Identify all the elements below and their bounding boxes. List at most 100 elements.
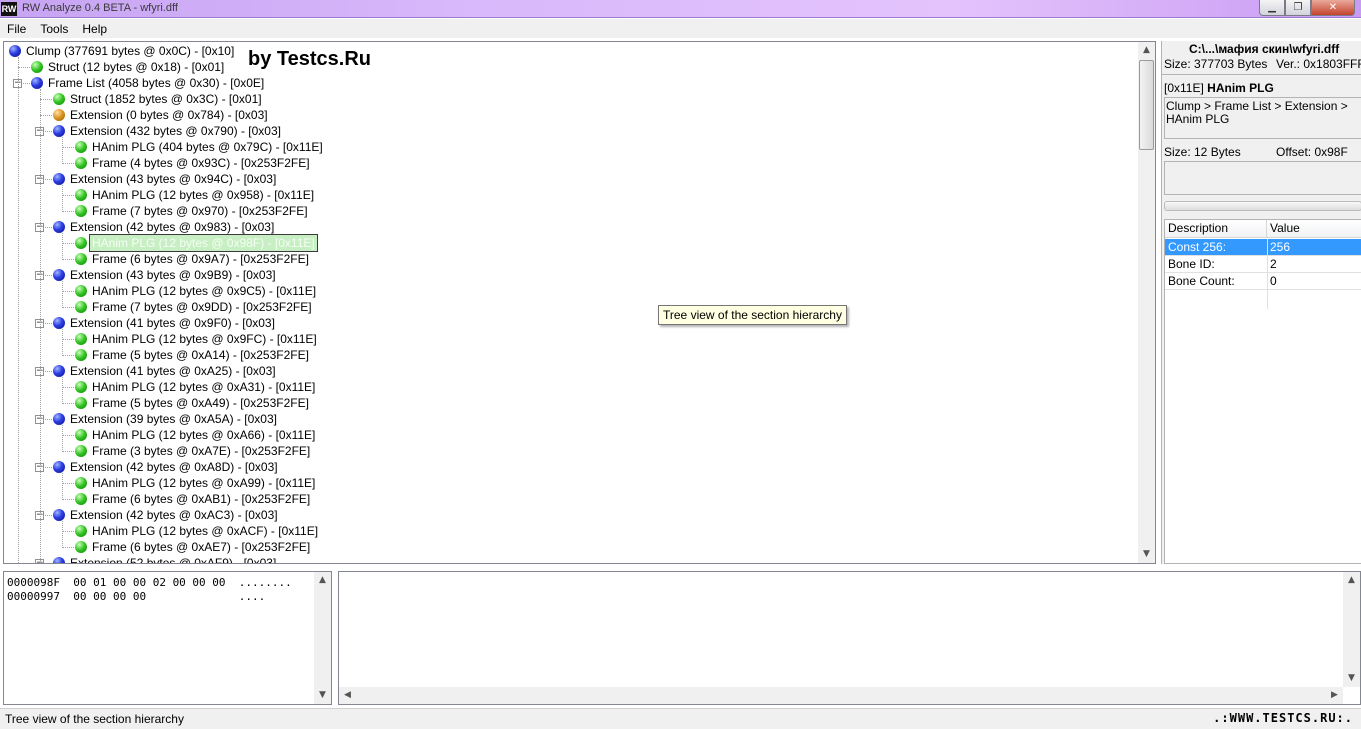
minimize-button[interactable]: ▁: [1259, 0, 1285, 16]
tree-node-label[interactable]: Extension (432 bytes @ 0x790) - [0x03]: [68, 123, 283, 139]
section-tree-view[interactable]: Clump (377691 bytes @ 0x0C) - [0x10] Stru…: [3, 41, 1156, 564]
tooltip: Tree view of the section hierarchy: [658, 305, 847, 325]
dump-horizontal-scrollbar[interactable]: ◀ ▶: [339, 687, 1343, 704]
tree-node-label[interactable]: Frame (5 bytes @ 0xA49) - [0x253F2FE]: [90, 395, 311, 411]
property-value: 2: [1270, 257, 1277, 271]
node-blue-bullet-icon: [31, 77, 43, 89]
table-row[interactable]: Const 256: 256: [1165, 239, 1361, 256]
tree-node-label[interactable]: Extension (42 bytes @ 0x983) - [0x03]: [68, 219, 276, 235]
tree-node-label[interactable]: HAnim PLG (12 bytes @ 0x98F) - [0x11E]: [89, 234, 318, 252]
scroll-up-arrow-icon[interactable]: ▲: [314, 572, 331, 589]
file-path: C:\...\мафия скин\wfyri.dff: [1189, 42, 1340, 56]
hex-vertical-scrollbar[interactable]: ▲ ▼: [314, 572, 331, 704]
tree-node-label[interactable]: Clump (377691 bytes @ 0x0C) - [0x10]: [24, 43, 236, 59]
tree-node-label[interactable]: Frame (7 bytes @ 0x970) - [0x253F2FE]: [90, 203, 310, 219]
scroll-down-arrow-icon[interactable]: ▼: [314, 687, 331, 704]
hex-view[interactable]: 0000098F 00 01 00 00 02 00 00 00 .......…: [3, 571, 332, 705]
tree-node-label[interactable]: Frame (6 bytes @ 0xAE7) - [0x253F2FE]: [90, 539, 312, 555]
scroll-up-arrow-icon[interactable]: ▲: [1343, 572, 1360, 589]
tree-node-label[interactable]: Extension (52 bytes @ 0xAF9) - [0x03]: [68, 555, 278, 563]
tree-node-label[interactable]: Extension (43 bytes @ 0x94C) - [0x03]: [68, 171, 278, 187]
tree-node-label[interactable]: Extension (42 bytes @ 0xA8D) - [0x03]: [68, 459, 280, 475]
tree-node-label[interactable]: Extension (39 bytes @ 0xA5A) - [0x03]: [68, 411, 279, 427]
node-blue-bullet-icon: [53, 557, 65, 563]
node-blue-bullet-icon: [53, 269, 65, 281]
column-divider: [1267, 239, 1268, 309]
tree-connector: [62, 355, 74, 356]
tree-connector: [62, 281, 63, 308]
tree-connector: [62, 243, 74, 244]
tree-vertical-scrollbar[interactable]: ▲ ▼: [1138, 42, 1155, 563]
scroll-down-arrow-icon[interactable]: ▼: [1343, 670, 1360, 687]
tree-node-label[interactable]: Frame (6 bytes @ 0xAB1) - [0x253F2FE]: [90, 491, 312, 507]
tree-node-label[interactable]: HAnim PLG (12 bytes @ 0x958) - [0x11E]: [90, 187, 316, 203]
tree-node-label[interactable]: Struct (12 bytes @ 0x18) - [0x01]: [46, 59, 226, 75]
tree-connector: [62, 377, 63, 404]
status-bar: Tree view of the section hierarchy .:WWW…: [0, 708, 1361, 729]
node-green-bullet-icon: [75, 189, 87, 201]
tree-connector: [62, 211, 74, 212]
node-green-bullet-icon: [75, 285, 87, 297]
property-description: Bone ID:: [1168, 257, 1215, 271]
node-blue-bullet-icon: [53, 173, 65, 185]
tree-node-label[interactable]: Frame (7 bytes @ 0x9DD) - [0x253F2FE]: [90, 299, 314, 315]
properties-header: Description Value: [1165, 220, 1361, 238]
column-header-description[interactable]: Description: [1165, 220, 1267, 237]
tree-scroll-thumb[interactable]: [1139, 60, 1154, 150]
tree-node-label[interactable]: HAnim PLG (12 bytes @ 0xA66) - [0x11E]: [90, 427, 317, 443]
tree-connector: [62, 403, 74, 404]
maximize-button[interactable]: ❐: [1285, 0, 1311, 16]
menu-help[interactable]: Help: [75, 19, 114, 38]
tree-node-label[interactable]: Extension (42 bytes @ 0xAC3) - [0x03]: [68, 507, 280, 523]
node-green-bullet-icon: [75, 493, 87, 505]
tree-node-label[interactable]: Extension (0 bytes @ 0x784) - [0x03]: [68, 107, 270, 123]
tree-connector: [62, 291, 74, 292]
tree-node-label[interactable]: HAnim PLG (12 bytes @ 0xACF) - [0x11E]: [90, 523, 320, 539]
tree-connector: [62, 531, 74, 532]
tree-connector: [62, 473, 63, 500]
tree-node-label[interactable]: Frame (5 bytes @ 0xA14) - [0x253F2FE]: [90, 347, 311, 363]
section-id: [0x11E]: [1164, 81, 1204, 95]
tree-node-label[interactable]: HAnim PLG (404 bytes @ 0x79C) - [0x11E]: [90, 139, 325, 155]
scroll-left-arrow-icon[interactable]: ◀: [339, 687, 356, 704]
table-row[interactable]: Bone ID: 2: [1165, 256, 1361, 273]
tree-node-label[interactable]: HAnim PLG (12 bytes @ 0xA31) - [0x11E]: [90, 379, 317, 395]
node-green-bullet-icon: [75, 541, 87, 553]
scroll-right-arrow-icon[interactable]: ▶: [1326, 687, 1343, 704]
scroll-up-arrow-icon[interactable]: ▲: [1138, 42, 1155, 59]
tree-connector: [18, 57, 19, 563]
tree-connector: [18, 67, 30, 68]
tree-node-label[interactable]: Frame List (4058 bytes @ 0x30) - [0x0E]: [46, 75, 266, 91]
tree-connector: [62, 425, 63, 452]
tree-node-label[interactable]: Extension (41 bytes @ 0x9F0) - [0x03]: [68, 315, 277, 331]
file-version: Ver.: 0x1803FFFF: [1276, 57, 1361, 71]
tree-node-label[interactable]: Extension (43 bytes @ 0x9B9) - [0x03]: [68, 267, 278, 283]
scroll-down-arrow-icon[interactable]: ▼: [1138, 546, 1155, 563]
dump-vertical-scrollbar[interactable]: ▲ ▼: [1343, 572, 1360, 687]
column-header-value[interactable]: Value: [1267, 220, 1361, 237]
menu-tools[interactable]: Tools: [33, 19, 75, 38]
node-blue-bullet-icon: [53, 413, 65, 425]
tree-connector: [62, 259, 74, 260]
tree-node-label[interactable]: Frame (6 bytes @ 0x9A7) - [0x253F2FE]: [90, 251, 311, 267]
tree-node-label[interactable]: Extension (41 bytes @ 0xA25) - [0x03]: [68, 363, 278, 379]
table-row[interactable]: Bone Count: 0: [1165, 273, 1361, 290]
tree-node-label[interactable]: HAnim PLG (12 bytes @ 0x9FC) - [0x11E]: [90, 331, 319, 347]
tree-node-label[interactable]: Frame (3 bytes @ 0xA7E) - [0x253F2FE]: [90, 443, 312, 459]
tree-node-label[interactable]: HAnim PLG (12 bytes @ 0xA99) - [0x11E]: [90, 475, 317, 491]
tree-node-label[interactable]: HAnim PLG (12 bytes @ 0x9C5) - [0x11E]: [90, 283, 318, 299]
close-button[interactable]: ✕: [1311, 0, 1355, 16]
menu-file[interactable]: File: [0, 19, 33, 38]
tree-connector: [62, 339, 74, 340]
node-blue-bullet-icon: [53, 461, 65, 473]
tree-connector: [62, 521, 63, 548]
node-green-bullet-icon: [75, 445, 87, 457]
node-green-bullet-icon: [75, 381, 87, 393]
tree-node-label[interactable]: Struct (1852 bytes @ 0x3C) - [0x01]: [68, 91, 264, 107]
data-dump-view[interactable]: ▲ ▼ ◀ ▶: [338, 571, 1361, 705]
properties-table[interactable]: Description Value Const 256: 256 Bone ID…: [1164, 219, 1361, 564]
tree-content: Clump (377691 bytes @ 0x0C) - [0x10] Stru…: [4, 42, 1138, 563]
section-offset: Offset: 0x98F: [1276, 145, 1348, 159]
node-blue-bullet-icon: [53, 365, 65, 377]
tree-node-label[interactable]: Frame (4 bytes @ 0x93C) - [0x253F2FE]: [90, 155, 312, 171]
